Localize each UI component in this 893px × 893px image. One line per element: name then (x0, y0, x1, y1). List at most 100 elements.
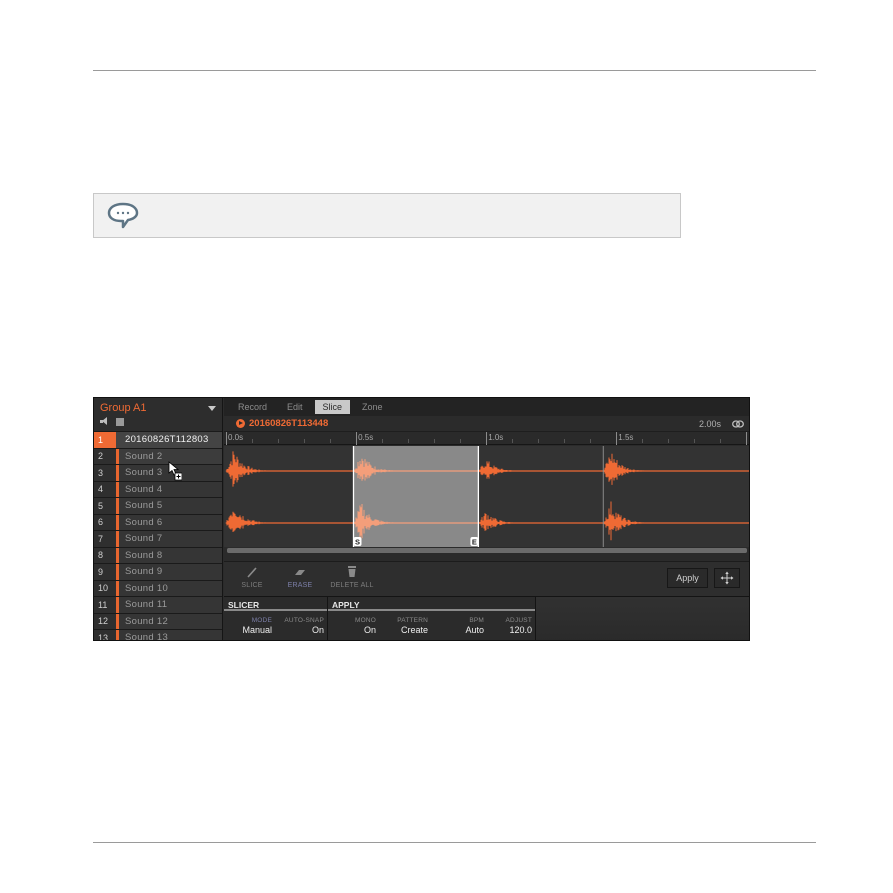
tab-zone[interactable]: Zone (354, 400, 391, 414)
slot-name: Sound 12 (125, 615, 169, 627)
eraser-icon (295, 570, 305, 575)
auto-snap-label: AUTO-SNAP (284, 617, 324, 624)
sample-header: 20160826T113448 2.00s (224, 416, 749, 432)
sound-list-panel: Group A1 1 20160826T112803 2 Sound 2 3 Sound … (94, 398, 223, 641)
bpm-label: BPM (469, 617, 484, 624)
pattern-label: PATTERN (397, 617, 428, 624)
mono-param[interactable]: MONO On (332, 617, 376, 635)
slot-number: 10 (94, 580, 116, 596)
slot-name: Sound 2 (125, 450, 163, 462)
link-icon[interactable] (732, 420, 744, 428)
sound-slot-13[interactable]: 13 Sound 13 (94, 629, 222, 641)
play-icon[interactable] (236, 419, 245, 428)
pattern-param[interactable]: PATTERN Create (386, 617, 428, 635)
sound-slot-5[interactable]: 5 Sound 5 (94, 497, 222, 514)
ruler-major-tick (616, 432, 618, 445)
scrollbar-thumb[interactable] (227, 548, 747, 553)
sound-slot-6[interactable]: 6 Sound 6 (94, 513, 222, 530)
pencil-icon (247, 567, 257, 578)
ruler-minor-tick (668, 439, 670, 443)
slice-end-handle[interactable]: E (470, 537, 479, 547)
ruler-minor-tick (278, 439, 280, 443)
ruler-major-tick (746, 432, 748, 445)
waveform-display[interactable]: SE (224, 446, 749, 547)
header-rule (93, 70, 816, 71)
dropdown-arrow-icon[interactable] (208, 406, 216, 411)
tab-edit[interactable]: Edit (279, 400, 311, 414)
erase-tool-label: ERASE (287, 582, 313, 589)
mode-param[interactable]: MODE Manual (230, 617, 272, 635)
ruler-minor-tick (460, 439, 462, 443)
sound-slot-list: 1 20160826T112803 2 Sound 2 3 Sound 3 4 Sound 4… (94, 431, 222, 641)
bpm-param[interactable]: BPM Auto (438, 617, 484, 635)
slot-name: Sound 13 (125, 632, 169, 641)
ruler-minor-tick (694, 439, 696, 443)
tab-record[interactable]: Record (230, 400, 275, 414)
slice-start-handle[interactable]: S (353, 537, 362, 547)
slot-number: 5 (94, 498, 116, 514)
ruler-minor-tick (382, 439, 384, 443)
ruler-minor-tick (330, 439, 332, 443)
sound-slot-12[interactable]: 12 Sound 12 (94, 612, 222, 629)
sound-slot-11[interactable]: 11 Sound 11 (94, 596, 222, 613)
speaker-icon[interactable] (100, 417, 108, 426)
slot-name: Sound 7 (125, 533, 163, 545)
ruler-minor-tick (408, 439, 410, 443)
ruler-minor-tick (304, 439, 306, 443)
sound-slot-9[interactable]: 9 Sound 9 (94, 563, 222, 580)
mode-label: MODE (251, 617, 272, 624)
slicer-section: SLICER MODE Manual AUTO-SNAP On (224, 597, 328, 640)
waveform-channel-1 (225, 451, 749, 487)
move-button[interactable] (714, 568, 740, 588)
slot-name: Sound 6 (125, 516, 163, 528)
sound-slot-4[interactable]: 4 Sound 4 (94, 480, 222, 497)
trash-icon (348, 566, 356, 577)
sound-slot-3[interactable]: 3 Sound 3 (94, 464, 222, 481)
slot-name: Sound 11 (125, 599, 168, 611)
move-arrows-icon (720, 571, 734, 585)
sound-slot-1[interactable]: 1 20160826T112803 (94, 431, 222, 448)
grid-icon[interactable] (116, 417, 124, 426)
slot-number: 4 (94, 481, 116, 497)
ruler-minor-tick (538, 439, 540, 443)
svg-text:S: S (355, 538, 360, 547)
slot-number: 2 (94, 448, 116, 464)
mouse-cursor-icon (168, 461, 182, 481)
slot-number: 3 (94, 465, 116, 481)
sound-slot-10[interactable]: 10 Sound 10 (94, 579, 222, 596)
apply-button[interactable]: Apply (667, 568, 708, 588)
ruler-minor-tick (590, 439, 592, 443)
auto-snap-param[interactable]: AUTO-SNAP On (276, 617, 324, 635)
tab-slice[interactable]: Slice (314, 400, 351, 414)
slot-number: 8 (94, 547, 116, 563)
slot-number: 6 (94, 514, 116, 530)
adjust-param[interactable]: ADJUST 120.0 (488, 617, 532, 635)
time-ruler[interactable]: 0.0s 0.5s 1.0s 1.5s (224, 432, 749, 445)
slot-name: Sound 5 (125, 500, 163, 512)
parameter-panel: SLICER MODE Manual AUTO-SNAP On APPLY MO… (224, 596, 749, 640)
slot-number: 11 (94, 597, 116, 613)
sound-slot-2[interactable]: 2 Sound 2 (94, 447, 222, 464)
sound-slot-7[interactable]: 7 Sound 7 (94, 530, 222, 547)
auto-snap-value: On (311, 625, 324, 635)
delete-all-tool[interactable]: DELETE ALL (324, 565, 380, 589)
adjust-value: 120.0 (509, 625, 532, 635)
horizontal-scrollbar[interactable] (227, 548, 747, 553)
slicer-title: SLICER (224, 597, 327, 611)
ruler-minor-tick (720, 439, 722, 443)
slot-number: 9 (94, 564, 116, 580)
sound-slot-8[interactable]: 8 Sound 8 (94, 546, 222, 563)
group-name[interactable]: Group A1 (100, 402, 146, 414)
ruler-major-tick (486, 432, 488, 445)
ruler-major-tick (226, 432, 227, 445)
mono-value: On (363, 625, 376, 635)
apply-section: APPLY MONO On PATTERN Create BPM Auto AD… (328, 597, 536, 640)
slot-name: Sound 8 (125, 549, 163, 561)
slot-name: Sound 3 (125, 467, 163, 479)
ruler-label: 0.5s (358, 433, 374, 442)
footer-rule (93, 842, 816, 843)
pattern-value: Create (400, 625, 428, 635)
ruler-minor-tick (564, 439, 566, 443)
ruler-minor-tick (512, 439, 514, 443)
erase-tool[interactable]: ERASE (272, 565, 328, 589)
